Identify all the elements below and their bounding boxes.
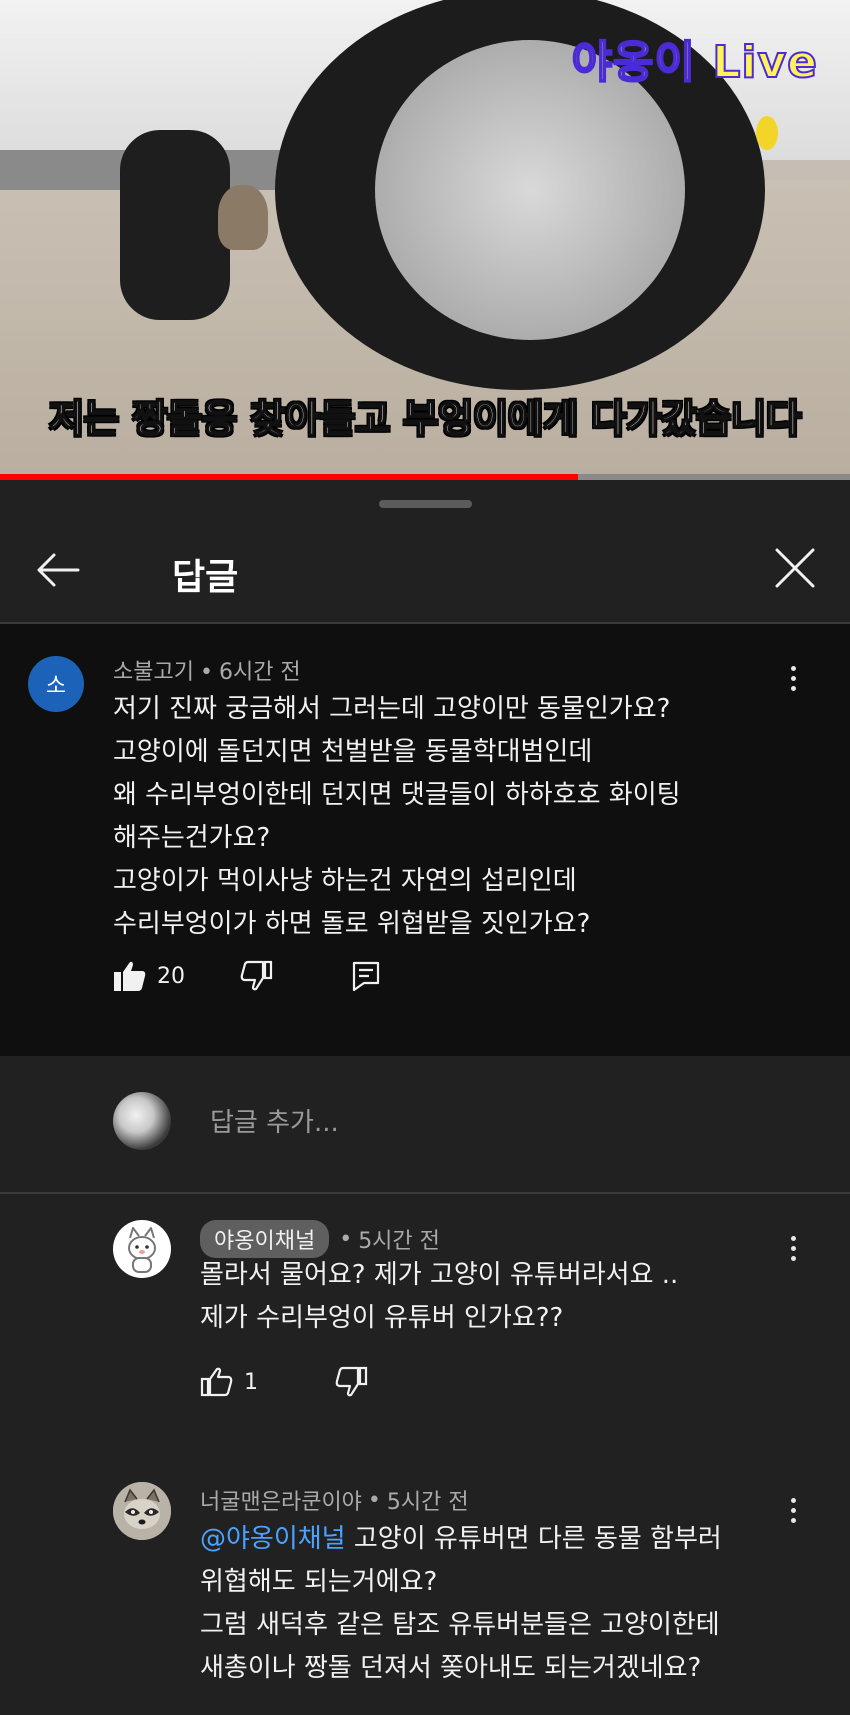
reply-time: 5시간 전 — [358, 1229, 440, 1254]
thumbs-up-filled-icon — [114, 961, 146, 991]
reply-input[interactable] — [208, 1100, 772, 1146]
reply-author-chip[interactable]: 야옹이채널 — [200, 1220, 330, 1258]
channel-watermark-live: Live — [711, 36, 818, 89]
thumbs-down-icon — [240, 960, 273, 991]
video-player[interactable]: 야옹이 Live 저는 짱돌응 찾아들고 부엉이에게 다가갔습니다 — [0, 0, 850, 480]
reply-text-first-line: 고양이 유튜버면 다른 동물 함부러 — [345, 1524, 722, 1554]
sheet-drag-handle[interactable] — [379, 500, 472, 508]
thumbs-down-icon — [335, 1366, 368, 1397]
avatar[interactable] — [113, 1220, 171, 1278]
reply-composer — [0, 1056, 850, 1194]
video-subtitle: 저는 짱돌응 찾아들고 부엉이에게 다가갔습니다 — [48, 396, 802, 442]
reply-comment-icon — [352, 961, 380, 992]
meta-separator: • — [199, 660, 213, 685]
reply-meta: 야옹이채널 • 5시간 전 — [200, 1220, 440, 1258]
dislike-button[interactable] — [239, 960, 273, 992]
video-frame-decoration — [756, 116, 778, 150]
like-count: 20 — [157, 963, 185, 989]
comment-author[interactable]: 소불고기 — [113, 660, 194, 685]
reply-item: 야옹이채널 • 5시간 전 몰라서 물어요? 제가 고양이 유튜버라서요 .. … — [0, 1200, 850, 1470]
meta-separator: • — [339, 1226, 353, 1252]
comment-meta: 소불고기 • 6시간 전 — [113, 654, 301, 686]
video-frame-cat — [218, 185, 268, 250]
reply-text-rest: 위협해도 되는거에요? 그럼 새덕후 같은 탐조 유튜버분들은 고양이한테 새총… — [200, 1567, 720, 1683]
comment-text: 저기 진짜 궁금해서 그러는데 고양이만 동물인가요? 고양이에 돌던지면 천벌… — [113, 694, 681, 939]
raccoon-avatar-icon — [113, 1482, 171, 1540]
channel-watermark-name: 야옹이 — [571, 36, 697, 89]
close-icon — [775, 548, 815, 588]
panel-title: 답글 — [172, 557, 239, 598]
dislike-button[interactable] — [334, 1366, 368, 1398]
back-button[interactable] — [30, 542, 86, 598]
thumbs-up-icon — [200, 1367, 233, 1397]
reply-button[interactable] — [351, 960, 381, 992]
cat-avatar-icon — [128, 1227, 156, 1273]
channel-watermark: 야옹이 Live — [571, 26, 818, 90]
reply-time: 5시간 전 — [386, 1490, 469, 1515]
mention-link[interactable]: @야옹이채널 — [200, 1524, 346, 1554]
like-count: 1 — [244, 1369, 258, 1395]
reply-author[interactable]: 너굴맨은라쿤이야 — [200, 1484, 362, 1516]
like-button[interactable]: 1 — [200, 1366, 258, 1398]
parent-comment: 소 소불고기 • 6시간 전 저기 진짜 궁금해서 그러는데 고양이만 동물인가요?… — [0, 624, 850, 1056]
like-button[interactable]: 20 — [113, 960, 185, 992]
avatar[interactable]: 소 — [28, 656, 84, 712]
meta-separator: • — [367, 1487, 381, 1513]
replies-panel: 답글 소 소불고기 • 6시간 전 저기 진짜 궁금해서 그러는데 고양이만 동물인… — [0, 480, 850, 1715]
composer-divider — [0, 1192, 850, 1194]
avatar[interactable] — [113, 1092, 171, 1150]
comment-actions: 20 — [113, 956, 381, 996]
close-button[interactable] — [765, 538, 825, 598]
reply-item: 너굴맨은라쿤이야 • 5시간 전 @야옹이채널 고양이 유튜버면 다른 동물 함… — [0, 1470, 850, 1715]
reply-text: @야옹이채널 고양이 유튜버면 다른 동물 함부러 위협해도 되는거에요? 그럼… — [200, 1518, 820, 1690]
reply-actions: 1 — [200, 1362, 368, 1402]
comment-time: 6시간 전 — [218, 660, 301, 685]
panel-header: 답글 — [0, 520, 850, 620]
reply-meta: 너굴맨은라쿤이야 • 5시간 전 — [200, 1484, 469, 1516]
arrow-left-icon — [37, 553, 80, 587]
video-frame-mudflap — [120, 130, 230, 320]
avatar[interactable] — [113, 1482, 171, 1540]
reply-text: 몰라서 물어요? 제가 고양이 유튜버라서요 .. 제가 수리부엉이 유튜버 인… — [200, 1260, 679, 1333]
